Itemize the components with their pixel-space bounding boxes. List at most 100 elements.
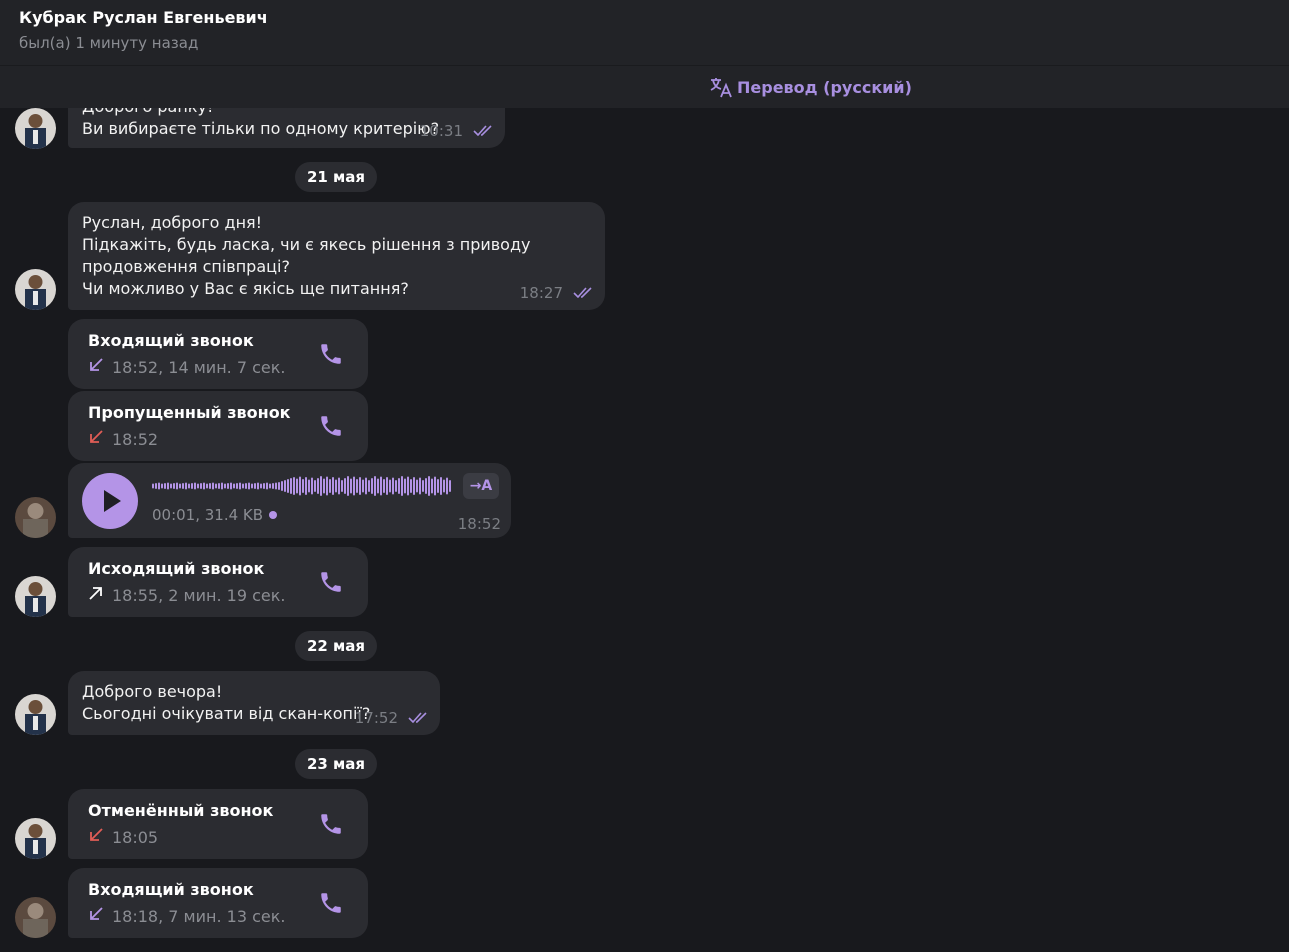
waveform-bar xyxy=(371,478,373,494)
waveform-bar xyxy=(389,479,391,493)
play-icon xyxy=(104,490,121,512)
phone-icon[interactable] xyxy=(318,341,344,371)
phone-icon[interactable] xyxy=(318,413,344,443)
waveform-bar xyxy=(287,479,289,493)
play-button[interactable] xyxy=(82,473,138,529)
call-details: 18:52, 14 мин. 7 сек. xyxy=(112,357,286,377)
double-check-icon xyxy=(408,709,430,727)
waveform-bar xyxy=(179,483,181,489)
phone-icon[interactable] xyxy=(318,569,344,599)
waveform-bar xyxy=(392,477,394,495)
message-time: 17:52 xyxy=(354,709,398,727)
chat-area[interactable]: Доброго ранку! Ви вибираєте тільки по од… xyxy=(0,108,1289,952)
double-check-icon xyxy=(573,284,595,302)
waveform-bar xyxy=(356,479,358,493)
waveform-bar xyxy=(380,476,382,496)
waveform-bar xyxy=(359,477,361,495)
call-info: 18:05 xyxy=(88,827,158,847)
waveform-bar xyxy=(395,480,397,492)
message-bubble[interactable]: Руслан, доброго дня! Підкажіть, будь лас… xyxy=(68,202,605,310)
message-time: 10:31 xyxy=(419,122,463,140)
waveform-bar xyxy=(269,483,271,489)
waveform-bar xyxy=(413,477,415,495)
waveform-bar xyxy=(311,477,313,495)
chat-header[interactable]: Кубрак Руслан Евгеньевич был(а) 1 минуту… xyxy=(0,0,1289,65)
waveform-bar xyxy=(188,483,190,489)
waveform-bar xyxy=(362,479,364,493)
call-title: Пропущенный звонок xyxy=(88,403,291,422)
call-info: 18:55, 2 мин. 19 сек. xyxy=(88,585,285,605)
avatar[interactable] xyxy=(15,897,56,938)
voice-message[interactable]: 00:01, 31.4 KB →A 18:52 xyxy=(68,463,511,538)
waveform-bar xyxy=(284,480,286,492)
waveform[interactable] xyxy=(152,475,454,497)
call-message[interactable]: Отменённый звонок 18:05 xyxy=(68,789,368,859)
waveform-bar xyxy=(332,477,334,495)
waveform-bar xyxy=(326,476,328,496)
waveform-bar xyxy=(449,480,451,492)
call-message[interactable]: Исходящий звонок 18:55, 2 мин. 19 сек. xyxy=(68,547,368,617)
missed-arrow-icon xyxy=(88,429,104,449)
waveform-bar xyxy=(302,479,304,493)
message-meta: 17:52 xyxy=(355,709,430,727)
waveform-bar xyxy=(221,482,223,490)
waveform-bar xyxy=(194,482,196,490)
waveform-bar xyxy=(275,482,277,490)
waveform-bar xyxy=(341,480,343,492)
waveform-bar xyxy=(350,478,352,494)
waveform-bar xyxy=(164,483,166,489)
message-bubble[interactable]: Доброго вечора! Сьогодні очікувати від с… xyxy=(68,671,440,735)
waveform-bar xyxy=(314,480,316,492)
call-message[interactable]: Пропущенный звонок 18:52 xyxy=(68,391,368,461)
avatar[interactable] xyxy=(15,694,56,735)
voice-info: 00:01, 31.4 KB xyxy=(152,506,278,524)
call-info: 18:18, 7 мин. 13 сек. xyxy=(88,906,285,926)
avatar[interactable] xyxy=(15,497,56,538)
waveform-bar xyxy=(410,479,412,493)
waveform-bar xyxy=(197,483,199,489)
waveform-bar xyxy=(161,483,163,489)
waveform-bar xyxy=(422,480,424,492)
waveform-bar xyxy=(296,478,298,494)
waveform-bar xyxy=(353,476,355,496)
phone-icon[interactable] xyxy=(318,811,344,841)
avatar[interactable] xyxy=(15,576,56,617)
call-info: 18:52, 14 мин. 7 сек. xyxy=(88,357,285,377)
date-separator: 22 мая xyxy=(295,631,377,661)
call-details: 18:52 xyxy=(112,429,159,449)
waveform-bar xyxy=(323,478,325,494)
waveform-bar xyxy=(176,482,178,490)
avatar[interactable] xyxy=(15,818,56,859)
call-message[interactable]: Входящий звонок 18:18, 7 мин. 13 сек. xyxy=(68,868,368,938)
avatar[interactable] xyxy=(15,269,56,310)
waveform-bar xyxy=(407,476,409,496)
call-title: Входящий звонок xyxy=(88,880,254,899)
waveform-bar xyxy=(233,483,235,489)
call-info: 18:52 xyxy=(88,429,158,449)
call-message[interactable]: Входящий звонок 18:52, 14 мин. 7 сек. xyxy=(68,319,368,389)
contact-name[interactable]: Кубрак Руслан Евгеньевич xyxy=(19,8,268,27)
waveform-bar xyxy=(431,478,433,494)
call-title: Входящий звонок xyxy=(88,331,254,350)
phone-icon[interactable] xyxy=(318,890,344,920)
translate-button[interactable]: Перевод (русский) xyxy=(709,76,912,98)
double-check-icon xyxy=(473,122,495,140)
waveform-bar xyxy=(251,483,253,489)
waveform-bar xyxy=(281,481,283,491)
message-text: Чи можливо у Вас є якісь ще питання? xyxy=(82,279,409,298)
waveform-bar xyxy=(218,483,220,489)
waveform-bar xyxy=(203,482,205,490)
message-bubble[interactable]: Доброго ранку! Ви вибираєте тільки по од… xyxy=(68,108,505,148)
avatar[interactable] xyxy=(15,108,56,149)
call-details: 18:05 xyxy=(112,827,159,847)
waveform-bar xyxy=(308,479,310,493)
waveform-bar xyxy=(446,477,448,495)
message-text: Сьогодні очікувати від скан-копії? xyxy=(82,704,371,723)
waveform-bar xyxy=(224,483,226,489)
waveform-bar xyxy=(239,482,241,490)
message-text: Підкажіть, будь ласка, чи є якесь рішенн… xyxy=(82,235,531,254)
waveform-bar xyxy=(419,477,421,495)
message-time: 18:52 xyxy=(457,515,501,533)
transcribe-button[interactable]: →A xyxy=(463,473,499,499)
waveform-bar xyxy=(173,483,175,489)
